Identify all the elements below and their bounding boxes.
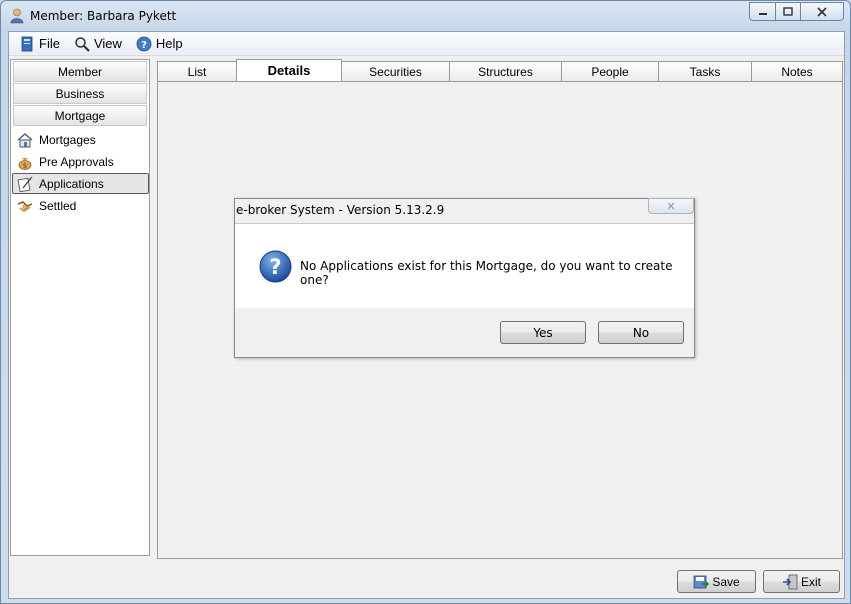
window-controls xyxy=(749,2,844,21)
maximize-icon xyxy=(783,7,793,16)
menu-view[interactable]: View xyxy=(74,36,122,52)
close-button[interactable] xyxy=(800,2,844,21)
sidebar: Member Business Mortgage Mortgages $ Pre… xyxy=(10,59,150,556)
dialog-body: ? No Applications exist for this Mortgag… xyxy=(235,224,694,308)
tab-details[interactable]: Details xyxy=(236,59,342,81)
close-icon: ✕ xyxy=(666,200,676,213)
sidebar-item-mortgages[interactable]: Mortgages xyxy=(12,129,149,150)
menu-file[interactable]: File xyxy=(19,36,60,52)
dialog-title: e-broker System - Version 5.13.2.9 xyxy=(236,203,445,217)
help-icon: ? xyxy=(136,36,152,51)
sidebar-item-label: Applications xyxy=(39,176,104,191)
file-icon xyxy=(21,36,33,51)
sidebar-item-applications[interactable]: Applications xyxy=(12,173,149,194)
svg-text:?: ? xyxy=(269,255,281,279)
svg-text:$: $ xyxy=(23,162,27,170)
tab-securities[interactable]: Securities xyxy=(341,61,450,81)
tab-structures[interactable]: Structures xyxy=(449,61,562,81)
application-icon xyxy=(17,176,33,192)
maximize-button[interactable] xyxy=(775,2,800,21)
sidebar-item-pre-approvals[interactable]: $ Pre Approvals xyxy=(12,151,149,172)
user-icon xyxy=(10,8,24,24)
sidebar-item-label: Mortgages xyxy=(39,132,96,147)
exit-button[interactable]: Exit xyxy=(763,570,840,593)
save-button-label: Save xyxy=(712,574,740,589)
sidebar-item-label: Settled xyxy=(39,198,77,213)
dialog-title-bar[interactable]: e-broker System - Version 5.13.2.9 ✕ xyxy=(235,198,694,224)
no-button[interactable]: No xyxy=(598,321,684,344)
handshake-icon xyxy=(17,200,33,212)
sidebar-category-business[interactable]: Business xyxy=(13,83,147,104)
tab-people[interactable]: People xyxy=(561,61,659,81)
yes-button[interactable]: Yes xyxy=(500,321,586,344)
dialog-footer: Yes No xyxy=(235,308,694,357)
save-icon xyxy=(693,575,710,588)
exit-icon xyxy=(782,574,798,589)
save-button[interactable]: Save xyxy=(677,570,756,593)
dialog-close-button[interactable]: ✕ xyxy=(648,198,694,214)
close-icon xyxy=(817,6,827,17)
window-title: Member: Barbara Pykett xyxy=(30,9,177,23)
house-icon xyxy=(17,132,33,147)
sidebar-item-label: Pre Approvals xyxy=(39,154,114,169)
sidebar-items: Mortgages $ Pre Approvals Applications S… xyxy=(11,129,149,216)
money-bag-icon: $ xyxy=(18,157,32,170)
tab-strip: List Details Securities Structures Peopl… xyxy=(157,59,843,81)
magnifier-icon xyxy=(75,36,90,52)
main-window: Member: Barbara Pykett File View ? Help … xyxy=(0,0,851,604)
menu-bar: File View ? Help xyxy=(9,32,844,56)
menu-help-label: Help xyxy=(155,36,183,51)
tab-notes[interactable]: Notes xyxy=(751,61,843,81)
menu-help[interactable]: ? Help xyxy=(136,36,183,52)
question-icon: ? xyxy=(259,250,292,283)
sidebar-item-settled[interactable]: Settled xyxy=(12,195,149,216)
sidebar-category-member[interactable]: Member xyxy=(13,61,147,82)
sidebar-category-mortgage[interactable]: Mortgage xyxy=(13,105,147,126)
svg-text:?: ? xyxy=(141,40,147,51)
tab-tasks[interactable]: Tasks xyxy=(658,61,752,81)
minimize-icon xyxy=(758,12,767,15)
title-bar[interactable]: Member: Barbara Pykett xyxy=(1,1,850,31)
menu-view-label: View xyxy=(93,36,122,51)
confirm-dialog: e-broker System - Version 5.13.2.9 ✕ ? N… xyxy=(234,198,695,358)
tab-list[interactable]: List xyxy=(157,61,237,81)
exit-button-label: Exit xyxy=(800,574,821,589)
dialog-message: No Applications exist for this Mortgage,… xyxy=(300,259,673,287)
menu-file-label: File xyxy=(39,36,60,51)
minimize-button[interactable] xyxy=(749,2,775,21)
